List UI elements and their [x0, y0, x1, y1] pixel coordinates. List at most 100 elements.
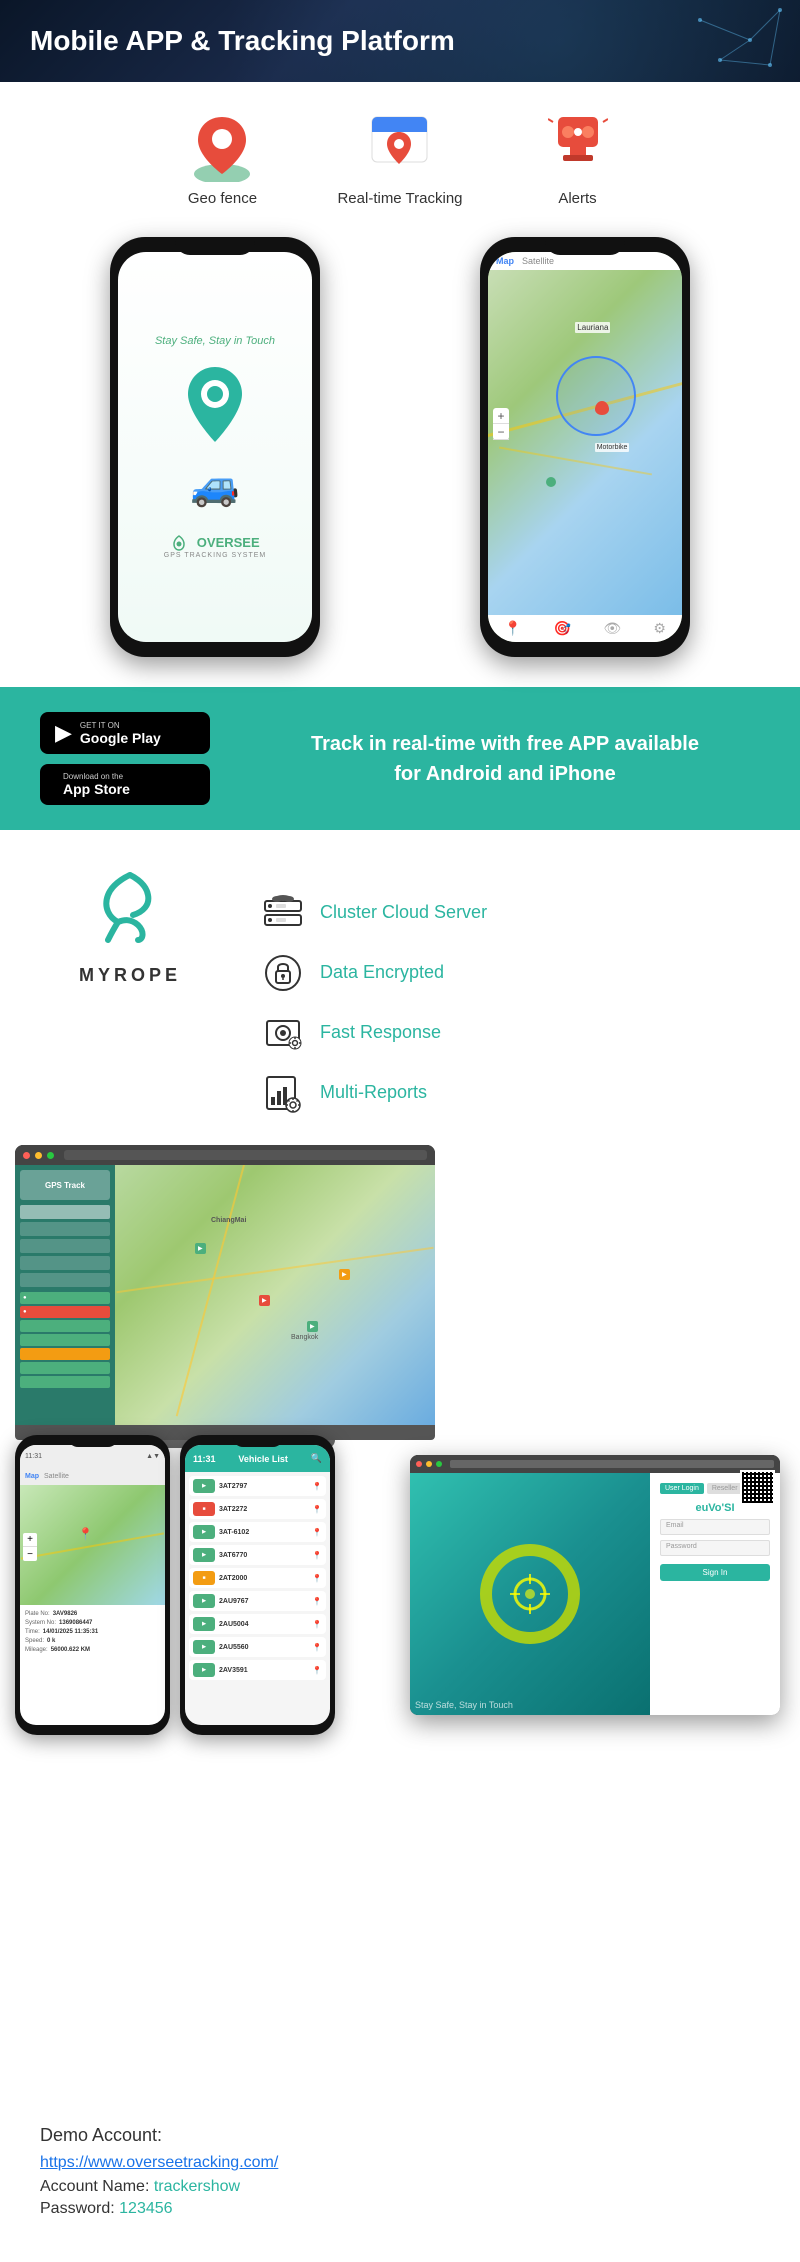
map-bottombar: 📍 🎯 👁 ⚙ — [488, 615, 682, 642]
oversee-logo-text: OVERSEE — [197, 535, 260, 550]
map-label-1: Lauriana — [575, 322, 610, 333]
login-screen-container: Stay Safe, Stay in Touch User Login Rese… — [410, 1455, 780, 1715]
google-play-small: GET IT ON — [80, 721, 161, 730]
phone-app-mockup: Stay Safe, Stay in Touch 🚙 OVERSEE GPS T… — [110, 237, 320, 657]
vlist-item-3: ▶ 3AT-6102 📍 — [189, 1522, 326, 1542]
sphone-time-label: Time: — [25, 1628, 40, 1637]
report-icon — [260, 1070, 305, 1115]
vehicle-row-green2 — [20, 1320, 110, 1332]
alerts-label: Alerts — [558, 190, 596, 207]
feature-tracking: Real-time Tracking — [337, 112, 462, 207]
small-phone-notch-left — [68, 1435, 118, 1447]
map-vehicle-1: ▶ — [195, 1243, 206, 1254]
login-screen-body: Stay Safe, Stay in Touch User Login Rese… — [410, 1473, 780, 1715]
sphone-plate-value: 3AV9826 — [53, 1610, 78, 1619]
phone-map-screen: Map Satellite Lauriana Motorbike + − 📍 — [488, 252, 682, 642]
sphone-plate-row: Plate No: 3AV9826 — [25, 1610, 160, 1619]
sphone-status: ▲▼ — [146, 1453, 160, 1460]
map-tab-satellite: Satellite — [522, 256, 554, 266]
sphone-map-area: 📍 + − — [20, 1485, 165, 1605]
phone-logo-area: OVERSEE GPS TRACKING SYSTEM — [164, 534, 267, 559]
vlist-name-5: 2AT2000 — [219, 1575, 247, 1582]
vlist-pin-6: 📍 — [312, 1597, 322, 1606]
encrypted-label: Data Encrypted — [320, 962, 444, 983]
server-feature-encrypted: Data Encrypted — [260, 950, 760, 995]
demo-title: Demo Account: — [40, 2125, 760, 2146]
map-city-1: ChiangMai — [211, 1217, 246, 1224]
login-tab-user[interactable]: User Login — [660, 1483, 704, 1494]
login-tab-reseller[interactable]: Reseller — [707, 1483, 743, 1494]
sphone-time-row: Time: 14/01/2025 11:35:31 — [25, 1628, 160, 1637]
alert-icon — [543, 112, 613, 182]
vlist-dot-2: ■ — [193, 1502, 215, 1516]
store-buttons: ▶ GET IT ON Google Play Download on the … — [40, 712, 210, 805]
vlist-item-6: ▶ 2AU9767 📍 — [189, 1591, 326, 1611]
map-vehicle-4: ▶ — [339, 1269, 350, 1280]
vlist-name-7: 2AU5004 — [219, 1621, 249, 1628]
sphone-system-label: System No: — [25, 1619, 56, 1628]
phone-notch-left — [175, 237, 255, 255]
sphone-mileage-label: Mileage: — [25, 1646, 48, 1655]
account-label: Account Name: — [40, 2178, 149, 2195]
vlist-dot-7: ▶ — [193, 1617, 215, 1631]
vlist-name-4: 3AT6770 — [219, 1552, 247, 1559]
phone-notch-right — [545, 237, 625, 255]
login-submit-button[interactable]: Sign In — [660, 1564, 770, 1581]
vlist-pin-2: 📍 — [312, 1505, 322, 1514]
vlist-pin-8: 📍 — [312, 1643, 322, 1652]
qr-inner — [742, 1472, 773, 1503]
vlist-header: 11:31 Vehicle List 🔍 — [185, 1445, 330, 1472]
vlist-pin-9: 📍 — [312, 1666, 322, 1675]
vlist-name-9: 2AV3591 — [219, 1667, 248, 1674]
sphone-speed-label: Speed: — [25, 1637, 44, 1646]
tagline-line1: Track in real-time with free APP availab… — [250, 729, 760, 759]
car-icon: 🚙 — [190, 462, 240, 509]
vlist-item-5: ■ 2AT2000 📍 — [189, 1568, 326, 1588]
vlist-item-4: ▶ 3AT6770 📍 — [189, 1545, 326, 1565]
brand-section: MYROPE Cluste — [0, 830, 800, 1135]
tagline-line2: for Android and iPhone — [250, 759, 760, 789]
sphone-speed-value: 0 k — [47, 1637, 55, 1646]
demo-section: Demo Account: https://www.overseetrackin… — [0, 2095, 800, 2262]
platform-section: GPS Track ● ● — [0, 1135, 800, 1735]
vlist-name-2: 3AT2272 — [219, 1506, 247, 1513]
sidebar-item-3 — [20, 1239, 110, 1253]
desktop-platform: GPS Track ● ● — [15, 1145, 455, 1448]
vlist-items: ▶ 3AT2797 📍 ■ 3AT2272 📍 ▶ 3AT-6102 📍 — [185, 1472, 330, 1684]
platform-map-area: ▶ ▶ ▶ ▶ ChiangMai Bangkok — [115, 1165, 435, 1425]
geo-fence-label: Geo fence — [188, 190, 257, 207]
appstore-section: ▶ GET IT ON Google Play Download on the … — [0, 687, 800, 830]
sphone-mileage-value: 56000.622 KM — [51, 1646, 90, 1655]
vehicle-row-green4 — [20, 1362, 110, 1374]
login-password-field[interactable]: Password — [660, 1540, 770, 1556]
vlist-pin-5: 📍 — [312, 1574, 322, 1583]
account-value: trackershow — [154, 2178, 240, 2195]
demo-account-row: Account Name: trackershow — [40, 2178, 760, 2196]
small-phone-map-screen: 11:31 ▲▼ Map Satellite 📍 + − — [20, 1445, 165, 1725]
platform-sidebar: GPS Track ● ● — [15, 1165, 115, 1425]
close-dot — [23, 1152, 30, 1159]
phone-tagline: Stay Safe, Stay in Touch — [155, 335, 275, 347]
login-map-gps-icon — [505, 1569, 555, 1619]
app-store-button[interactable]: Download on the App Store — [40, 764, 210, 805]
sphone-time: 11:31 — [25, 1453, 42, 1460]
sphone-zoom-out: − — [23, 1547, 37, 1561]
google-play-button[interactable]: ▶ GET IT ON Google Play — [40, 712, 210, 754]
demo-link[interactable]: https://www.overseetracking.com/ — [40, 2154, 760, 2172]
password-label: Password: — [40, 2200, 115, 2217]
login-username-field[interactable]: Email — [660, 1519, 770, 1535]
platform-desktop-bar — [15, 1145, 435, 1165]
sidebar-item-4 — [20, 1256, 110, 1270]
server-feature-fast: Fast Response — [260, 1010, 760, 1055]
google-play-large: Google Play — [80, 730, 161, 746]
app-store-small: Download on the — [63, 772, 130, 781]
sphone-zoom-in: + — [23, 1533, 37, 1547]
login-panel: User Login Reseller euVo'SI Email Passwo… — [650, 1473, 780, 1715]
zoom-out: − — [493, 424, 509, 440]
sidebar-item-2 — [20, 1222, 110, 1236]
login-screen-bar — [410, 1455, 780, 1473]
header-section: Mobile APP & Tracking Platform — [0, 0, 800, 82]
small-phone-map: 11:31 ▲▼ Map Satellite 📍 + − — [15, 1435, 170, 1735]
map-bottom-icon-3: 👁 — [603, 620, 621, 637]
vehicle-row-red: ● — [20, 1306, 110, 1318]
